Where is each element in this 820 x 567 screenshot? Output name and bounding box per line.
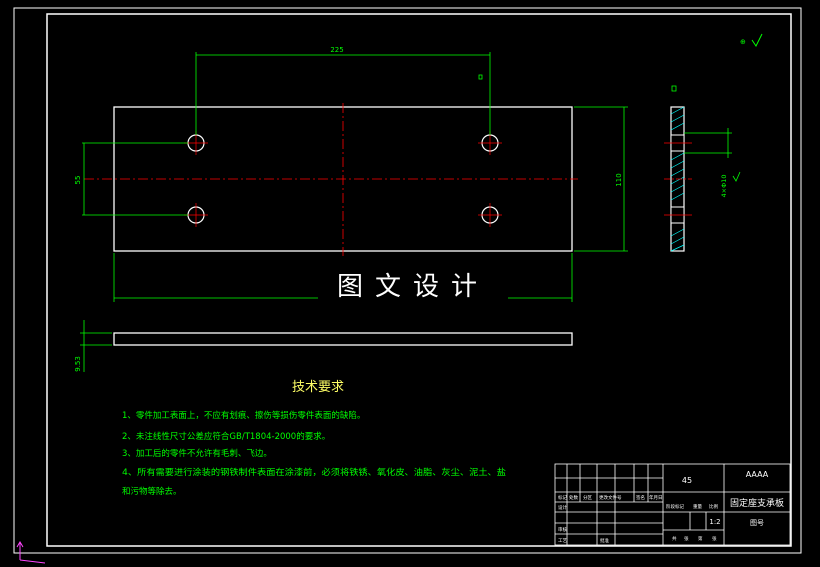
tb-bottom-label: 张 bbox=[684, 535, 689, 542]
tb-small-label: 设计 bbox=[558, 504, 567, 511]
dim-top-span-label: 225 bbox=[330, 46, 343, 54]
tb-small-label: 工艺 bbox=[558, 538, 567, 544]
tb-row-label: 分区 bbox=[583, 494, 592, 501]
dim-hole-spacing-label: 55 bbox=[74, 176, 82, 185]
svg-text:⊕: ⊕ bbox=[740, 38, 746, 46]
tb-stage-label: 重量 bbox=[693, 503, 702, 510]
dim-thickness-label: 9.53 bbox=[74, 356, 82, 372]
title-block-material: 45 bbox=[682, 476, 692, 485]
title-block-scale: 1:2 bbox=[709, 518, 720, 526]
tb-bottom-label: 第 bbox=[698, 535, 703, 542]
title-block-drawing-no: 图号 bbox=[750, 519, 764, 527]
tb-row-label: 标记 bbox=[558, 494, 567, 501]
tb-small-label: 批准 bbox=[600, 537, 609, 544]
tb-small-label: 审核 bbox=[558, 526, 567, 533]
tech-req-item: 3、加工后的零件不允许有毛刺、飞边。 bbox=[122, 448, 272, 459]
dim-thickness bbox=[80, 320, 112, 372]
tech-req-item: 2、未注线性尺寸公差应符合GB/T1804-2000的要求。 bbox=[122, 431, 330, 442]
title-block-part-name: 固定座支承板 bbox=[730, 497, 784, 509]
tb-row-label: 更改文件号 bbox=[599, 494, 622, 501]
side-roughness-icon bbox=[732, 171, 741, 182]
dim-height-label: 110 bbox=[615, 173, 623, 186]
title-block-company: AAAA bbox=[746, 470, 769, 479]
tb-stage-label: 比例 bbox=[709, 503, 718, 510]
tb-row-label: 签名 bbox=[636, 494, 645, 501]
tech-req-title: 技术要求 bbox=[292, 380, 344, 395]
tb-stage-label: 阶段标记 bbox=[666, 503, 684, 510]
side-section-view bbox=[664, 85, 692, 252]
tech-req-item: 和污物等除去。 bbox=[122, 486, 182, 497]
tech-req-item: 4、所有需要进行涂装的钢铁制件表面在涂漆前，必须将铁锈、氧化皮、油脂、灰尘、泥土… bbox=[122, 467, 507, 478]
roughness-symbol-icon: ⊕ bbox=[740, 33, 763, 47]
dim-top-marker bbox=[478, 74, 483, 80]
tb-row-label: 处数 bbox=[569, 494, 578, 501]
tb-row-label: 年月日 bbox=[649, 494, 663, 501]
tech-req-item: 1、零件加工表面上，不应有划痕、擦伤等损伤零件表面的缺陷。 bbox=[122, 410, 365, 421]
tb-bottom-label: 张 bbox=[712, 535, 717, 542]
tech-req-list: 1、零件加工表面上，不应有划痕、擦伤等损伤零件表面的缺陷。 2、未注线性尺寸公差… bbox=[122, 410, 507, 497]
title-block-text: 45 AAAA 固定座支承板 图号 1:2 标记 处数 分区 更改文件号 签名 … bbox=[558, 470, 784, 544]
dim-side-hole-label: 4×Φ10 bbox=[720, 175, 728, 198]
plate-bottom-view bbox=[113, 332, 573, 346]
watermark-text: 图文设计 bbox=[336, 271, 489, 302]
tb-bottom-label: 共 bbox=[672, 535, 677, 542]
watermark-banner: 图文设计 bbox=[318, 262, 508, 306]
